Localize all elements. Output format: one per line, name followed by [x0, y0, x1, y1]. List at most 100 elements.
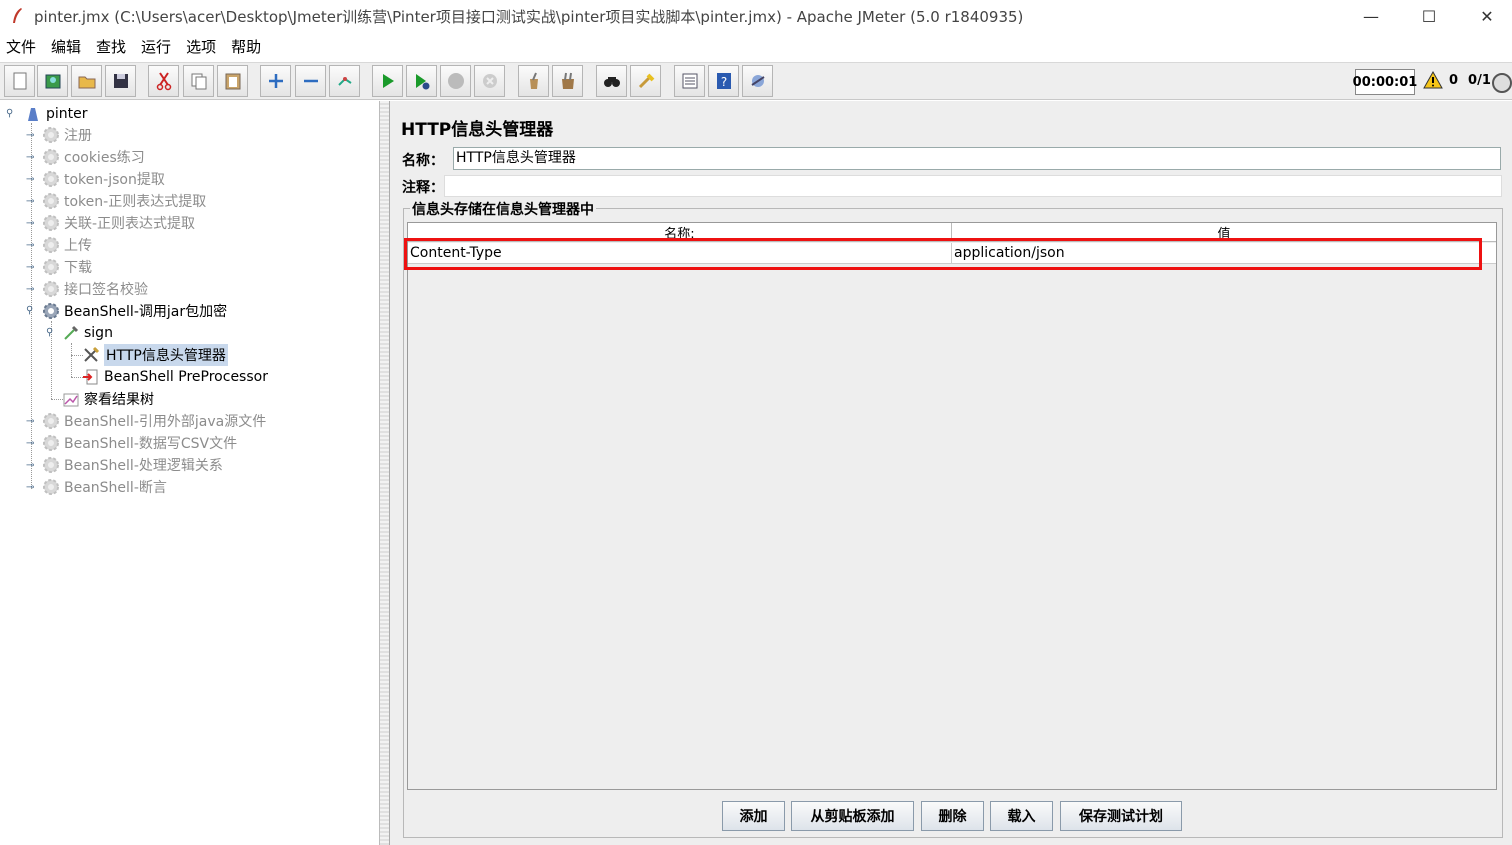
delete-button[interactable]: 删除 [921, 801, 984, 831]
tree-line [71, 343, 72, 377]
cut-button[interactable] [148, 65, 179, 97]
maximize-button[interactable]: ☐ [1400, 0, 1458, 32]
expand-toggle-icon[interactable]: ⊸ [26, 152, 34, 163]
collapse-toggle-icon[interactable]: ⚲ [26, 305, 33, 316]
tree-node-label: cookies练习 [64, 150, 145, 166]
headers-table: 名称: 值 Content-Type application/json [407, 222, 1497, 790]
help-icon: ? [716, 73, 731, 89]
tree-node-label: BeanShell-数据写CSV文件 [64, 436, 238, 452]
gear-icon [42, 148, 60, 166]
name-input[interactable]: HTTP信息头管理器 [453, 147, 1501, 170]
tree-node-label: 上传 [64, 238, 92, 254]
menu-help[interactable]: 帮助 [231, 36, 261, 57]
expand-toggle-icon[interactable]: ⊸ [26, 240, 34, 251]
stop-button[interactable] [440, 65, 471, 97]
add-button[interactable]: 添加 [722, 801, 785, 831]
tree-node-thread-group[interactable]: ⊸ 上传 [26, 234, 92, 256]
tree-node-label: BeanShell-处理逻辑关系 [64, 458, 223, 474]
load-button[interactable]: 载入 [990, 801, 1053, 831]
highlight-annotation [404, 238, 1482, 270]
start-button[interactable] [372, 65, 403, 97]
new-button[interactable] [4, 65, 35, 97]
title-bar: pinter.jmx (C:\Users\acer\Desktop\Jmeter… [0, 0, 1512, 32]
search-button[interactable] [596, 65, 627, 97]
expand-toggle-icon[interactable]: ⚲ [6, 108, 13, 119]
tree-node-root[interactable]: ⚲ pinter [6, 103, 88, 125]
tree-node-label: 关联-正则表达式提取 [64, 216, 196, 232]
close-button[interactable]: ✕ [1458, 0, 1512, 32]
save-test-plan-button[interactable]: 保存测试计划 [1060, 801, 1182, 831]
expand-toggle-icon[interactable]: ⊸ [26, 174, 34, 185]
menu-options[interactable]: 选项 [186, 36, 216, 57]
open-button[interactable] [71, 65, 102, 97]
tree-node-label: 接口签名校验 [64, 282, 148, 298]
expand-toggle-icon[interactable]: ⊸ [26, 262, 34, 273]
tree-node-thread-group[interactable]: ⊸ 接口签名校验 [26, 278, 148, 300]
save-button[interactable] [105, 65, 136, 97]
tree-node-thread-group[interactable]: ⊸ BeanShell-引用外部java源文件 [26, 410, 266, 432]
collapse-button[interactable] [295, 65, 326, 97]
tree-node-thread-group[interactable]: ⊸ token-json提取 [26, 168, 165, 190]
remote-button[interactable] [742, 65, 773, 97]
reset-search-button[interactable] [630, 65, 661, 97]
start-no-pause-button[interactable] [406, 65, 437, 97]
expand-button[interactable] [260, 65, 291, 97]
comment-input[interactable] [444, 175, 1502, 197]
expand-toggle-icon[interactable]: ⊸ [26, 416, 34, 427]
tree-node-thread-group[interactable]: ⊸ BeanShell-处理逻辑关系 [26, 454, 223, 476]
templates-button[interactable] [37, 65, 68, 97]
warning-indicator[interactable]: 0 0/1 [1423, 71, 1491, 89]
tree-node-sampler[interactable]: ⚲ sign [46, 322, 113, 344]
remote-icon [750, 75, 765, 87]
tree-node-thread-group[interactable]: ⊸ cookies练习 [26, 146, 145, 168]
minimize-button[interactable]: — [1342, 0, 1400, 32]
header-manager-panel: HTTP信息头管理器 名称： HTTP信息头管理器 注释： 信息头存储在信息头管… [390, 101, 1512, 845]
menu-file[interactable]: 文件 [6, 36, 36, 57]
tree-node-listener[interactable]: 察看结果树 [62, 388, 154, 410]
cut-icon [156, 72, 171, 91]
gear-icon [42, 302, 60, 320]
collapse-toggle-icon[interactable]: ⚲ [46, 327, 53, 338]
gear-icon [42, 412, 60, 430]
gear-icon [42, 236, 60, 254]
paste-icon [225, 73, 240, 90]
tree-node-thread-group[interactable]: ⊸ 下载 [26, 256, 92, 278]
expand-toggle-icon[interactable]: ⊸ [26, 438, 34, 449]
tree-node-thread-group[interactable]: ⊸ 关联-正则表达式提取 [26, 212, 195, 234]
function-helper-button[interactable] [674, 65, 705, 97]
expand-toggle-icon[interactable]: ⊸ [26, 284, 34, 295]
tree-node-preprocessor[interactable]: BeanShell PreProcessor [82, 366, 268, 388]
expand-toggle-icon[interactable]: ⊸ [26, 460, 34, 471]
tree-node-thread-group[interactable]: ⊸ BeanShell-数据写CSV文件 [26, 432, 237, 454]
window-title: pinter.jmx (C:\Users\acer\Desktop\Jmeter… [34, 7, 1024, 26]
tree-node-thread-group[interactable]: ⊸ 注册 [26, 124, 92, 146]
gear-icon [42, 478, 60, 496]
collapse-icon [303, 79, 318, 83]
tree-node-label: HTTP信息头管理器 [104, 344, 228, 366]
paste-button[interactable] [217, 65, 248, 97]
help-button[interactable]: ? [708, 65, 739, 97]
copy-button[interactable] [183, 65, 214, 97]
clear-all-button[interactable] [552, 65, 583, 97]
expand-toggle-icon[interactable]: ⊸ [26, 130, 34, 141]
expand-toggle-icon[interactable]: ⊸ [26, 482, 34, 493]
clear-all-icon [561, 72, 574, 89]
toggle-icon [337, 77, 352, 86]
clear-button[interactable] [518, 65, 549, 97]
menu-run[interactable]: 运行 [141, 36, 171, 57]
tree-node-thread-group[interactable]: ⚲ BeanShell-调用jar包加密 [26, 300, 227, 322]
expand-toggle-icon[interactable]: ⊸ [26, 196, 34, 207]
menu-search[interactable]: 查找 [96, 36, 126, 57]
new-icon [13, 72, 26, 90]
tree-node-thread-group[interactable]: ⊸ token-正则表达式提取 [26, 190, 206, 212]
menu-edit[interactable]: 编辑 [51, 36, 81, 57]
toggle-button[interactable] [329, 65, 360, 97]
split-pane-divider[interactable] [380, 101, 390, 845]
tree-node-thread-group[interactable]: ⊸ BeanShell-断言 [26, 476, 167, 498]
add-from-clipboard-button[interactable]: 从剪贴板添加 [791, 801, 914, 831]
shutdown-button[interactable] [474, 65, 505, 97]
stop-icon [447, 73, 464, 89]
tree-node-header-manager[interactable]: HTTP信息头管理器 [82, 344, 228, 366]
expand-toggle-icon[interactable]: ⊸ [26, 218, 34, 229]
comment-label: 注释： [402, 180, 444, 196]
